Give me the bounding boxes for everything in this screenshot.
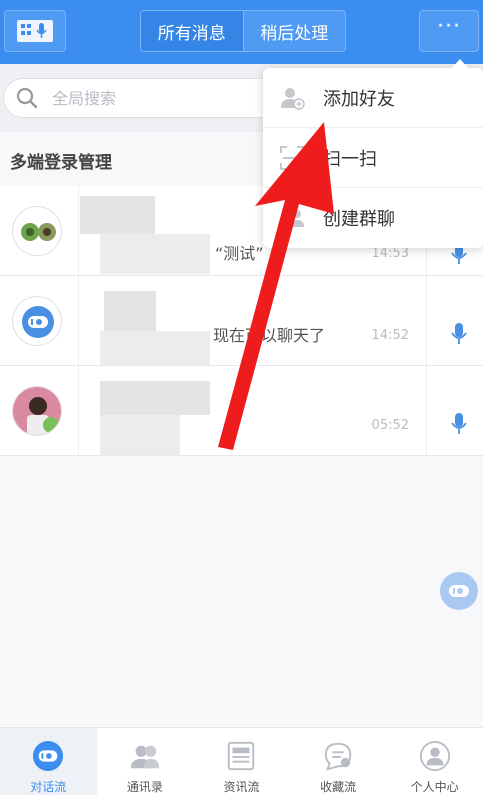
conversation-row[interactable]: 现在可以聊天了 14:52 [0, 276, 483, 366]
nav-item-favorites[interactable]: 收藏流 [290, 728, 387, 795]
microphone-icon[interactable] [450, 322, 468, 346]
menu-item-label: 创建群聊 [323, 209, 395, 230]
bottom-navigation: 对话流 通讯录 资讯流 收藏流 个人中心 [0, 727, 483, 795]
nav-item-profile[interactable]: 个人中心 [386, 728, 483, 795]
more-button[interactable]: ··· [419, 10, 479, 52]
divider [78, 276, 79, 365]
divider [78, 186, 79, 275]
conversation-row[interactable]: 05:52 [0, 366, 483, 456]
more-dropdown-menu: 添加好友 扫一扫 创建群聊 [263, 59, 483, 248]
chat-icon [33, 740, 64, 772]
divider [426, 276, 427, 365]
nav-label: 通讯录 [126, 780, 163, 794]
search-icon [16, 87, 38, 109]
voice-panel-icon [17, 20, 53, 42]
blurred-name [100, 381, 210, 415]
message-preview: “测试” [215, 244, 264, 263]
message-filter-tabs: 所有消息 稍后处理 [140, 10, 346, 52]
divider [78, 366, 79, 455]
menu-item-label: 添加好友 [323, 88, 395, 110]
app-header: 所有消息 稍后处理 ··· [0, 0, 483, 64]
floating-chat-button[interactable] [440, 572, 478, 610]
microphone-icon[interactable] [450, 412, 468, 436]
scan-icon [280, 145, 304, 170]
profile-icon [419, 740, 450, 772]
group-chat-icon [280, 210, 304, 227]
blurred-content [100, 234, 210, 274]
message-time: 14:52 [371, 328, 409, 343]
nav-label: 资讯流 [223, 780, 260, 794]
voice-assistant-button[interactable] [4, 10, 66, 52]
more-icon: ··· [437, 14, 461, 39]
menu-item-label: 扫一扫 [323, 148, 377, 170]
message-preview: 现在可以聊天了 [213, 326, 326, 345]
search-box[interactable] [3, 78, 303, 118]
contacts-icon [130, 745, 160, 769]
news-icon [228, 741, 255, 771]
avatar [12, 296, 62, 346]
nav-label: 个人中心 [410, 780, 459, 794]
blurred-name [80, 196, 155, 234]
nav-item-chat[interactable]: 对话流 [0, 728, 97, 795]
message-time: 05:52 [371, 418, 409, 433]
nav-item-contacts[interactable]: 通讯录 [97, 728, 194, 795]
menu-item-scan[interactable]: 扫一扫 [263, 128, 483, 188]
divider [426, 366, 427, 455]
menu-item-add-friend[interactable]: 添加好友 [263, 68, 483, 128]
blurred-content [100, 415, 180, 455]
section-title: 多端登录管理 [10, 153, 112, 173]
blurred-content [100, 331, 210, 365]
nav-label: 对话流 [30, 780, 67, 794]
add-friend-icon [281, 87, 305, 110]
avatar [12, 386, 62, 436]
avatar [12, 206, 62, 256]
search-input[interactable] [52, 88, 272, 108]
message-time: 14:53 [371, 246, 409, 261]
menu-item-create-group[interactable]: 创建群聊 [263, 188, 483, 248]
favorites-icon [324, 742, 352, 771]
chat-bubble-icon [449, 585, 469, 597]
nav-item-news[interactable]: 资讯流 [193, 728, 290, 795]
tab-later[interactable]: 稍后处理 [244, 11, 346, 51]
blurred-name [104, 291, 156, 331]
nav-label: 收藏流 [320, 780, 357, 794]
tab-all-messages[interactable]: 所有消息 [141, 11, 244, 51]
